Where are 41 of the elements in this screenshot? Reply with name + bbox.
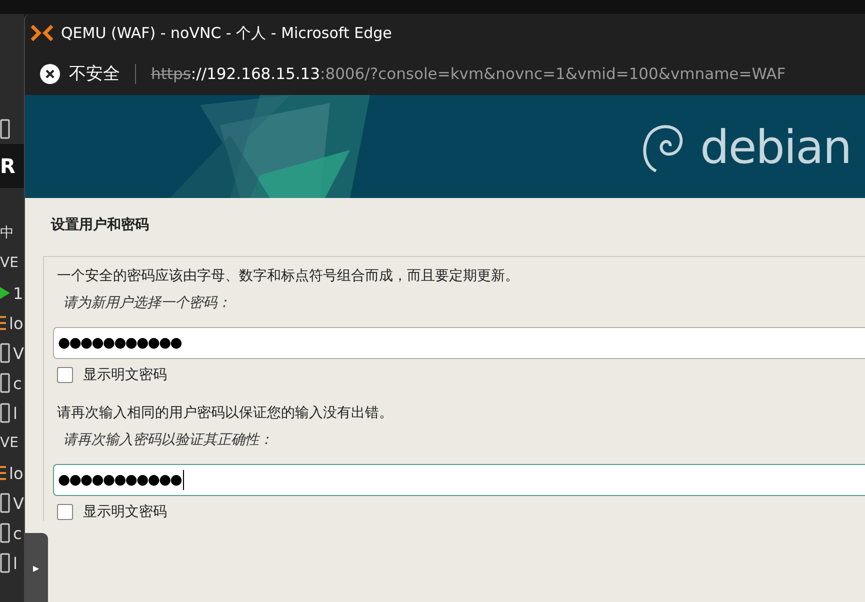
cut-off-label: VE <box>0 435 18 451</box>
page-icon <box>0 403 10 423</box>
page-heading: 设置用户和密码 <box>51 216 150 234</box>
cut-off-label: V <box>13 494 24 512</box>
field-label: 请为新用户选择一个密码： <box>62 294 232 312</box>
page-icon <box>0 119 10 139</box>
cut-off-label: l <box>13 404 18 422</box>
password-field[interactable]: ●●●●●●●●●●● <box>53 327 865 359</box>
cut-off-label: V <box>13 344 24 362</box>
cut-off-label: c <box>13 374 22 392</box>
checkbox-label: 显示明文密码 <box>83 503 167 521</box>
play-icon <box>0 287 10 299</box>
cut-off-label: 1 <box>13 284 24 302</box>
address-field[interactable]: https://192.168.15.13:8006/?console=kvm&novnc=1&vmid=100&vmname=WAF <box>151 64 786 82</box>
cut-off-label: lo <box>9 464 24 482</box>
close-circle-icon <box>40 64 60 84</box>
page-icon <box>0 373 10 393</box>
checkbox[interactable] <box>57 367 73 383</box>
description-text: 一个安全的密码应该由字母、数字和标点符号组合而成，而且要定期更新。 <box>57 267 520 285</box>
window-title: QEMU (WAF) - noVNC - 个人 - Microsoft Edge <box>61 24 392 42</box>
list-icon <box>0 315 6 331</box>
cut-off-label: lo <box>9 314 24 332</box>
sidebar-handle[interactable]: ▸ <box>24 533 48 602</box>
list-icon <box>0 465 6 481</box>
cut-off-label: l <box>13 554 18 572</box>
checkbox[interactable] <box>57 504 73 520</box>
cut-off-label: R <box>0 154 16 178</box>
cut-off-label: VE <box>0 255 18 271</box>
security-label[interactable]: 不安全 <box>69 62 120 85</box>
field-label: 请再次输入密码以验证其正确性： <box>62 431 274 449</box>
logo-text: debian <box>700 120 851 174</box>
cut-off-label: 中 <box>0 224 14 242</box>
page-icon <box>0 553 10 573</box>
x-logo-icon <box>31 25 53 41</box>
checkbox-label: 显示明文密码 <box>83 366 167 384</box>
page-icon <box>0 523 10 543</box>
page-icon <box>0 493 10 513</box>
cut-off-label: c <box>13 524 22 542</box>
description-text: 请再次输入相同的用户密码以保证您的输入没有出错。 <box>57 404 394 422</box>
page-icon <box>0 343 10 363</box>
password-field[interactable]: ●●●●●●●●●●● <box>53 464 865 496</box>
